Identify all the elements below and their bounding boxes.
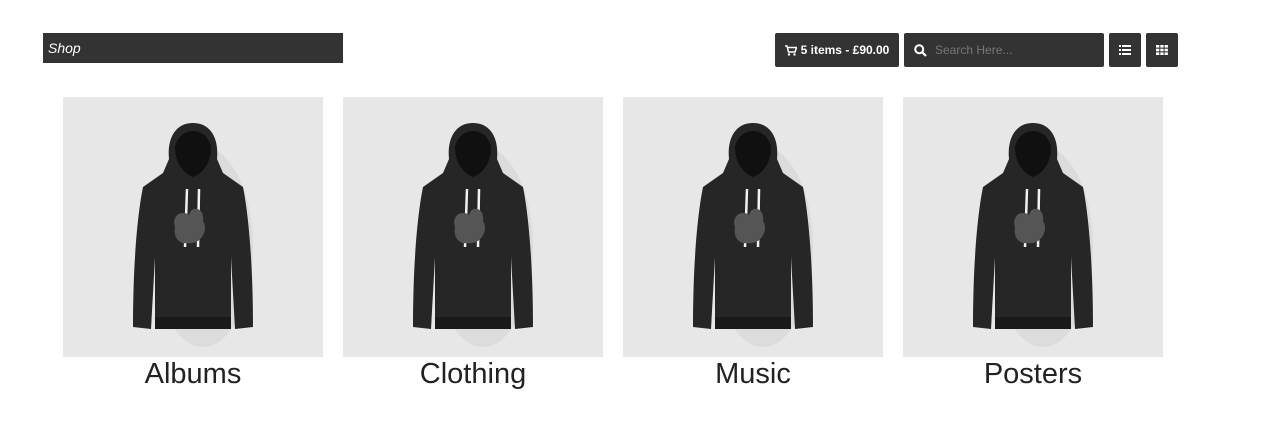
category-label: Albums xyxy=(144,358,242,390)
category-music[interactable]: Music xyxy=(623,97,883,391)
category-image xyxy=(63,97,323,357)
category-albums[interactable]: Albums xyxy=(63,97,323,391)
hoodie-image xyxy=(413,123,533,347)
category-clothing[interactable]: Clothing xyxy=(343,97,603,391)
search-icon xyxy=(914,43,927,57)
category-posters[interactable]: Posters xyxy=(903,97,1163,391)
grid-icon xyxy=(1156,45,1168,55)
hoodie-image xyxy=(133,123,253,347)
list-icon xyxy=(1119,45,1131,55)
cart-icon xyxy=(784,44,797,56)
search-input[interactable] xyxy=(933,42,1097,58)
category-label: Music xyxy=(715,358,791,390)
cart-label: 5 items - £90.00 xyxy=(800,43,890,57)
category-label: Posters xyxy=(983,358,1083,390)
category-image xyxy=(903,97,1163,357)
cart-button[interactable]: 5 items - £90.00 xyxy=(775,33,899,67)
search-box[interactable] xyxy=(904,33,1104,67)
breadcrumb-shop[interactable]: Shop xyxy=(43,33,343,63)
grid-view-button[interactable] xyxy=(1146,33,1178,67)
hoodie-image xyxy=(693,123,813,347)
category-image xyxy=(343,97,603,357)
category-label: Clothing xyxy=(419,358,527,390)
category-image xyxy=(623,97,883,357)
list-view-button[interactable] xyxy=(1109,33,1141,67)
hoodie-image xyxy=(973,123,1093,347)
